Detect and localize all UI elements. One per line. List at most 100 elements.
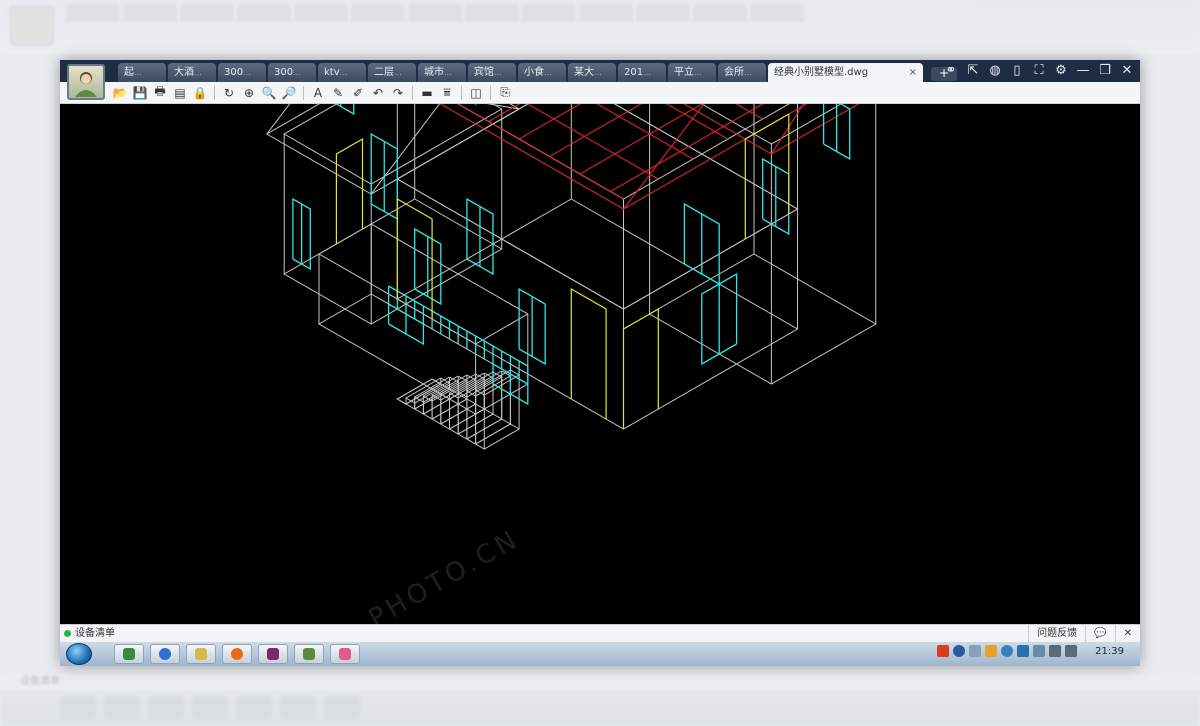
- status-close-button[interactable]: ✕: [1114, 625, 1140, 643]
- system-tray: 21:39: [937, 645, 1132, 657]
- tab-item[interactable]: 宾馆...: [468, 63, 516, 82]
- roof-line: [266, 104, 291, 135]
- layers-icon[interactable]: ◫: [468, 85, 484, 101]
- tab-ellipsis: ...: [293, 68, 301, 77]
- house-wing-line: [283, 104, 503, 185]
- print-icon[interactable]: 🖶: [152, 84, 168, 101]
- background-taskbar: 设备清单: [0, 674, 1200, 726]
- help-icon[interactable]: [953, 645, 966, 657]
- background-status: 设备清单: [0, 674, 1200, 690]
- minimize-button[interactable]: —: [1076, 62, 1090, 80]
- start-button[interactable]: [66, 643, 92, 665]
- tray-device-icon[interactable]: [1033, 645, 1046, 657]
- tab-item[interactable]: 300...: [268, 63, 316, 82]
- text-icon[interactable]: A: [310, 85, 326, 101]
- tab-label: 二层: [374, 67, 394, 78]
- tray-arrow-icon[interactable]: [969, 645, 982, 657]
- lock-icon[interactable]: 🔒: [192, 85, 208, 101]
- taskbar-app-paint[interactable]: [330, 644, 360, 664]
- dimension-icon[interactable]: ⩸: [439, 85, 455, 101]
- share-icon[interactable]: ⇱: [966, 62, 980, 80]
- fullscreen-icon[interactable]: ⛶: [1032, 62, 1046, 80]
- open-icon[interactable]: 📂: [112, 85, 128, 101]
- tab-item[interactable]: 小食...: [518, 63, 566, 82]
- tab-item[interactable]: 平立...: [668, 63, 716, 82]
- toolbar: 📂 💾 🖶 ▤ 🔒 ↻ ⊕ 🔍 🔎 A ✎ ✐ ↶ ↷ ▬ ⩸ ◫ ⎘: [60, 82, 1140, 104]
- tab-item[interactable]: 起...: [118, 63, 166, 82]
- ime-icon[interactable]: [937, 645, 950, 657]
- pdf-icon[interactable]: ▤: [172, 85, 188, 101]
- tab-item[interactable]: 城市...: [418, 63, 466, 82]
- regen-icon[interactable]: ↻: [221, 85, 237, 101]
- status-bar: 设备清单 问题反馈 💬 ✕: [60, 624, 1140, 643]
- house-wing-line: [283, 198, 503, 325]
- taskbar-apps: [114, 644, 360, 664]
- avatar[interactable]: [67, 64, 105, 100]
- network-icon[interactable]: [1049, 645, 1062, 657]
- taskbar-app-books[interactable]: [258, 644, 288, 664]
- tray-update-icon[interactable]: [1001, 645, 1014, 657]
- tab-label: 宾馆: [474, 67, 494, 78]
- tab-ellipsis: ...: [243, 68, 251, 77]
- tab-active[interactable]: 经典小别墅模型.dwg ×: [768, 63, 923, 82]
- comment-icon[interactable]: 💬: [1085, 625, 1114, 643]
- user-icon: [75, 72, 97, 97]
- taskbar-app-browser[interactable]: [150, 644, 180, 664]
- tab-label: 某大: [574, 67, 594, 78]
- tab-ellipsis: ...: [643, 68, 651, 77]
- taskbar-app-firefox[interactable]: [222, 644, 252, 664]
- settings-icon[interactable]: ⚙: [1054, 62, 1068, 80]
- stair-line: [404, 383, 451, 410]
- undo-icon[interactable]: ↶: [370, 85, 386, 101]
- zoom-in-icon[interactable]: 🔍: [261, 85, 277, 101]
- zoom-window-icon[interactable]: ⊕: [241, 85, 257, 101]
- taskbar-app-folder[interactable]: [186, 644, 216, 664]
- restore-button[interactable]: ❐: [1098, 62, 1112, 80]
- tray-app-icon[interactable]: [985, 645, 998, 657]
- pencil-icon[interactable]: ✎: [330, 85, 346, 101]
- device-list-label[interactable]: 设备清单: [75, 625, 115, 642]
- redo-icon[interactable]: ↷: [390, 85, 406, 101]
- stair-line: [457, 413, 503, 440]
- tab-item[interactable]: 300...: [218, 63, 266, 82]
- highlight-icon[interactable]: ✐: [350, 85, 366, 101]
- toolbar-separator: [490, 85, 491, 100]
- tab-item[interactable]: 会所...: [718, 63, 766, 82]
- users-icon[interactable]: ⚭: [944, 62, 958, 80]
- volume-icon[interactable]: [1065, 645, 1078, 657]
- measure-icon[interactable]: ▬: [419, 85, 435, 101]
- status-dot-icon: [64, 630, 71, 637]
- tab-label: ktv: [324, 67, 340, 78]
- tab-ellipsis: ...: [194, 68, 202, 77]
- tab-ellipsis: ...: [444, 68, 452, 77]
- chat-icon[interactable]: ◍: [988, 62, 1002, 80]
- export-icon[interactable]: ⎘: [497, 85, 513, 101]
- tab-label: 平立: [674, 67, 694, 78]
- roof-line: [439, 104, 808, 210]
- tab-item[interactable]: 某大...: [568, 63, 616, 82]
- tab-ellipsis: ...: [394, 68, 402, 77]
- tab-item[interactable]: ktv...: [318, 63, 366, 82]
- close-button[interactable]: ✕: [1120, 62, 1134, 80]
- drawing-canvas[interactable]: PHOTO.CN: [60, 104, 1140, 624]
- feedback-button[interactable]: 问题反馈: [1028, 625, 1085, 643]
- zoom-out-icon[interactable]: 🔎: [281, 85, 297, 101]
- tab-close-icon[interactable]: ×: [909, 63, 917, 82]
- toolbar-separator: [461, 85, 462, 100]
- tab-label: 起: [124, 67, 134, 78]
- tab-item[interactable]: 大酒...: [168, 63, 216, 82]
- tab-label: 城市: [424, 67, 444, 78]
- tray-security-icon[interactable]: [1017, 645, 1030, 657]
- phone-icon[interactable]: ▯: [1010, 62, 1024, 80]
- save-icon[interactable]: 💾: [132, 85, 148, 101]
- tab-label: 300: [224, 67, 244, 78]
- clock: 21:39: [1095, 645, 1124, 657]
- tab-ellipsis: ...: [494, 68, 502, 77]
- taskbar-app-explorer[interactable]: [114, 644, 144, 664]
- door-frame-line: [335, 137, 364, 244]
- taskbar-app-avatar[interactable]: [294, 644, 324, 664]
- tab-item[interactable]: 201...: [618, 63, 666, 82]
- tab-item[interactable]: 二层...: [368, 63, 416, 82]
- roof-line: [770, 104, 805, 155]
- toolbar-separator: [303, 85, 304, 100]
